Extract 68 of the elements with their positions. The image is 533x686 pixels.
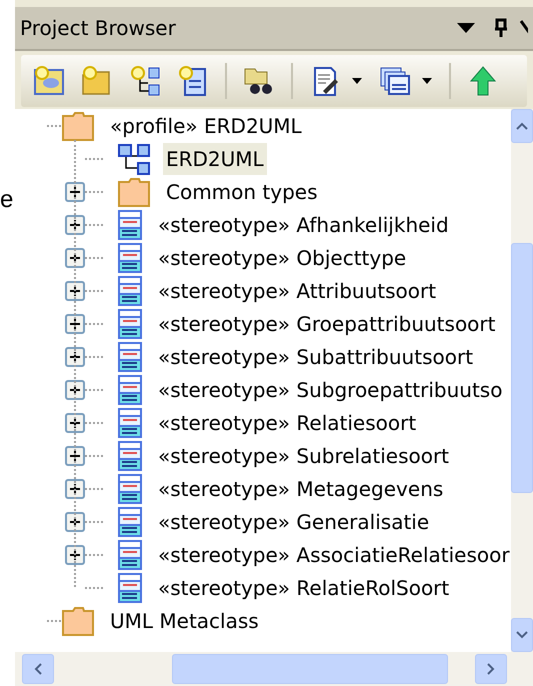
tree-item[interactable]: «stereotype» Metagegevens [155, 472, 446, 504]
diagram-icon [117, 142, 151, 176]
panel-title: Project Browser [20, 15, 176, 42]
tree-item[interactable]: «stereotype» RelatieRolSoort [155, 572, 452, 604]
folder-icon [117, 176, 151, 208]
dropdown-caret-icon[interactable] [421, 77, 433, 85]
tree-item[interactable]: «stereotype» AssociatieRelatiesoor [155, 538, 511, 570]
left-chevron-icon [34, 663, 42, 675]
horizontal-scrollbar[interactable] [15, 652, 533, 686]
scroll-down-button[interactable] [511, 618, 533, 652]
expand-icon[interactable] [65, 544, 85, 564]
class-icon [117, 208, 143, 240]
expand-icon[interactable] [65, 512, 85, 532]
tree-item[interactable]: «stereotype» Attribuutsoort [155, 274, 440, 306]
background-text: e [0, 188, 14, 212]
tree-item[interactable]: «stereotype» Relatiesoort [155, 406, 420, 438]
right-chevron-icon [487, 663, 495, 675]
expand-icon[interactable] [65, 182, 85, 202]
tree-item[interactable]: «stereotype» Afhankelijkheid [155, 208, 452, 240]
tree-item[interactable]: «stereotype» Objecttype [155, 242, 410, 274]
class-icon [117, 572, 143, 604]
scroll-right-button[interactable] [475, 654, 507, 684]
class-icon [117, 242, 143, 274]
tree-item[interactable]: «stereotype» Generalisatie [155, 506, 432, 538]
documents-icon[interactable] [379, 65, 411, 97]
new-model-icon[interactable] [33, 65, 65, 97]
new-diagram-icon[interactable] [129, 65, 161, 97]
tree-item[interactable]: ERD2UML [163, 142, 267, 174]
class-icon [117, 472, 143, 504]
folder-icon [61, 604, 95, 636]
tree-item[interactable]: «stereotype» Subgroepattribuutso [155, 374, 506, 406]
scroll-left-button[interactable] [22, 654, 54, 684]
class-icon [117, 406, 143, 438]
scroll-up-button[interactable] [511, 109, 533, 143]
expand-icon[interactable] [65, 280, 85, 300]
class-icon [117, 538, 143, 570]
tree-item[interactable]: «stereotype» Subrelatiesoort [155, 440, 452, 472]
tree-item[interactable]: «stereotype» Subattribuutsoort [155, 340, 476, 372]
tree-item[interactable]: UML Metaclass [107, 604, 262, 636]
scroll-thumb[interactable] [172, 654, 448, 684]
up-arrow-icon[interactable] [467, 65, 499, 97]
tree-item[interactable]: «profile» ERD2UML [107, 110, 305, 142]
vertical-scrollbar[interactable] [511, 109, 533, 652]
class-icon [117, 374, 143, 406]
expand-icon[interactable] [65, 214, 85, 234]
scroll-thumb[interactable] [511, 243, 533, 493]
tree-item[interactable]: «stereotype» Groepattribuutsoort [155, 308, 498, 340]
up-chevron-icon [516, 122, 528, 130]
dropdown-caret-icon[interactable] [351, 77, 363, 85]
class-icon [117, 308, 143, 340]
expand-icon[interactable] [65, 346, 85, 366]
new-element-icon[interactable] [177, 65, 209, 97]
expand-icon[interactable] [65, 248, 85, 268]
expand-icon[interactable] [65, 478, 85, 498]
down-chevron-icon [516, 631, 528, 639]
expand-icon[interactable] [65, 314, 85, 334]
class-icon [117, 274, 143, 306]
expand-icon[interactable] [65, 380, 85, 400]
class-icon [117, 506, 143, 538]
new-folder-icon[interactable] [81, 65, 113, 97]
tree-item[interactable]: Common types [163, 176, 321, 208]
dropdown-caret-icon[interactable] [456, 22, 476, 34]
expand-icon[interactable] [65, 446, 85, 466]
folder-icon [61, 110, 95, 142]
class-icon [117, 340, 143, 372]
class-icon [117, 440, 143, 472]
expand-icon[interactable] [65, 412, 85, 432]
pin-icon[interactable] [492, 18, 510, 38]
